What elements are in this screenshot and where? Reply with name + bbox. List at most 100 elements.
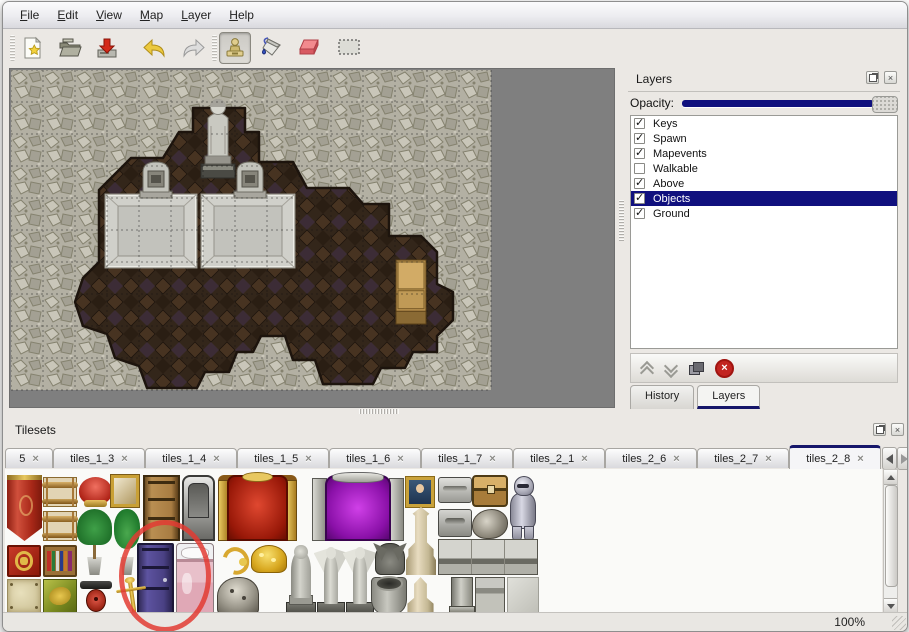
tile-palm-plant[interactable] bbox=[77, 509, 112, 575]
stamp-tool-button[interactable] bbox=[219, 32, 251, 64]
tile-cushion-red[interactable] bbox=[79, 477, 112, 505]
tab-close-icon[interactable]: × bbox=[765, 453, 771, 465]
tile-parchment[interactable] bbox=[7, 579, 41, 613]
menu-file[interactable]: File bbox=[11, 5, 48, 25]
tile-obelisk-tall[interactable] bbox=[406, 507, 436, 575]
open-map-button[interactable] bbox=[55, 33, 85, 63]
menu-layer[interactable]: Layer bbox=[172, 5, 220, 25]
redo-button[interactable] bbox=[178, 33, 208, 63]
scroll-down-button[interactable] bbox=[884, 598, 897, 613]
tileset-tab-tiles_1_6[interactable]: tiles_1_6× bbox=[329, 448, 421, 468]
undo-button[interactable] bbox=[140, 33, 170, 63]
layer-row-above[interactable]: ✓Above bbox=[631, 176, 897, 191]
move-layer-up-button[interactable] bbox=[641, 363, 653, 373]
vertical-splitter[interactable] bbox=[619, 200, 624, 242]
layer-checkbox[interactable]: ✓ bbox=[634, 208, 645, 219]
menu-help[interactable]: Help bbox=[220, 5, 263, 25]
menu-map[interactable]: Map bbox=[131, 5, 172, 25]
layer-row-ground[interactable]: ✓Ground bbox=[631, 206, 897, 221]
eraser-tool-button[interactable] bbox=[295, 32, 325, 62]
toolbar-handle[interactable] bbox=[10, 35, 15, 61]
layer-checkbox[interactable]: ✓ bbox=[634, 193, 645, 204]
tile-bookshelf-small[interactable] bbox=[43, 545, 77, 577]
opacity-slider-track[interactable] bbox=[682, 100, 874, 107]
tile-armor-pile[interactable] bbox=[472, 509, 508, 539]
tilesets-float-button[interactable] bbox=[873, 423, 886, 436]
tab-close-icon[interactable]: × bbox=[857, 453, 863, 465]
tileset-tab-tiles_2_1[interactable]: tiles_2_1× bbox=[513, 448, 605, 468]
tab-close-icon[interactable]: × bbox=[489, 453, 495, 465]
layer-row-objects[interactable]: ✓Objects bbox=[631, 191, 897, 206]
tileset-tab-tiles_1_5[interactable]: tiles_1_5× bbox=[237, 448, 329, 468]
layer-row-keys[interactable]: ✓Keys bbox=[631, 116, 897, 131]
tileset-tab-tiles_2_6[interactable]: tiles_2_6× bbox=[605, 448, 697, 468]
layer-checkbox[interactable]: ✓ bbox=[634, 133, 645, 144]
duplicate-layer-button[interactable] bbox=[689, 362, 703, 374]
layer-checkbox[interactable]: ✓ bbox=[634, 178, 645, 189]
scroll-up-button[interactable] bbox=[884, 470, 897, 485]
rect-select-tool-button[interactable] bbox=[334, 32, 364, 62]
tile-well-font[interactable] bbox=[371, 577, 407, 615]
tab-scroll-right-button[interactable] bbox=[897, 447, 908, 470]
tile-statue-angel-right[interactable] bbox=[346, 543, 374, 615]
tab-close-icon[interactable]: × bbox=[121, 453, 127, 465]
tab-close-icon[interactable]: × bbox=[32, 453, 38, 465]
tilesets-close-button[interactable]: × bbox=[891, 423, 904, 436]
tile-floor-tile-light[interactable] bbox=[507, 577, 539, 613]
tile-banner-green[interactable] bbox=[43, 579, 77, 613]
tileset-tab-tiles_1_4[interactable]: tiles_1_4× bbox=[145, 448, 237, 468]
menu-edit[interactable]: Edit bbox=[48, 5, 87, 25]
tile-loom-bottom[interactable] bbox=[43, 511, 77, 541]
save-map-button[interactable] bbox=[92, 33, 122, 63]
tile-gargoyle[interactable] bbox=[375, 543, 405, 575]
tab-close-icon[interactable]: × bbox=[213, 453, 219, 465]
panel-tab-layers[interactable]: Layers bbox=[697, 385, 760, 409]
tile-banner-red[interactable] bbox=[7, 475, 42, 541]
layer-checkbox[interactable]: ✓ bbox=[634, 118, 645, 129]
map-canvas[interactable] bbox=[9, 68, 615, 408]
fill-tool-button[interactable] bbox=[257, 32, 287, 62]
tab-close-icon[interactable]: × bbox=[397, 453, 403, 465]
tile-throne-purple[interactable] bbox=[312, 475, 404, 541]
tile-gold-pile[interactable] bbox=[251, 545, 287, 573]
layer-row-spawn[interactable]: ✓Spawn bbox=[631, 131, 897, 146]
tile-statue-angel-left[interactable] bbox=[317, 543, 345, 615]
resize-grip[interactable] bbox=[892, 616, 906, 630]
close-panel-button[interactable]: × bbox=[884, 71, 897, 84]
tile-stone-box[interactable] bbox=[438, 509, 472, 537]
tile-chest-wood[interactable] bbox=[472, 475, 508, 507]
float-panel-button[interactable] bbox=[866, 71, 879, 84]
tileset-tab-tiles_1_3[interactable]: tiles_1_3× bbox=[53, 448, 145, 468]
tile-stone-lid[interactable] bbox=[438, 477, 472, 503]
scroll-thumb[interactable] bbox=[885, 485, 898, 587]
tile-banner-emblem[interactable] bbox=[7, 545, 41, 577]
tile-mirror-gold[interactable] bbox=[111, 475, 139, 507]
tile-hook-gold[interactable] bbox=[217, 545, 249, 573]
tab-close-icon[interactable]: × bbox=[673, 453, 679, 465]
layer-checkbox[interactable] bbox=[634, 163, 645, 174]
tileset-tab-tiles_2_8[interactable]: tiles_2_8× bbox=[789, 445, 881, 469]
tab-close-icon[interactable]: × bbox=[581, 453, 587, 465]
tile-ledge-bottom[interactable] bbox=[475, 577, 505, 613]
horizontal-splitter[interactable] bbox=[359, 409, 399, 414]
layer-row-mapevents[interactable]: ✓Mapevents bbox=[631, 146, 897, 161]
tileset-tab-5[interactable]: 5× bbox=[5, 448, 53, 468]
opacity-slider-handle[interactable] bbox=[872, 96, 898, 113]
tab-close-icon[interactable]: × bbox=[305, 453, 311, 465]
layer-row-walkable[interactable]: Walkable bbox=[631, 161, 897, 176]
tile-ledge-top[interactable] bbox=[438, 539, 538, 575]
tile-armor-knight[interactable] bbox=[507, 475, 539, 541]
menu-view[interactable]: View bbox=[87, 5, 131, 25]
tile-statue-hooded[interactable] bbox=[286, 543, 316, 615]
tile-portrait-king[interactable] bbox=[406, 477, 434, 507]
tab-scroll-left-button[interactable] bbox=[882, 447, 897, 470]
panel-tab-history[interactable]: History bbox=[630, 385, 694, 409]
tile-loom-top[interactable] bbox=[43, 477, 77, 507]
tileset-scrollbar[interactable] bbox=[883, 469, 898, 614]
new-map-button[interactable] bbox=[18, 33, 48, 63]
layer-checkbox[interactable]: ✓ bbox=[634, 148, 645, 159]
move-layer-down-button[interactable] bbox=[665, 363, 677, 373]
tile-throne-red[interactable] bbox=[218, 475, 297, 541]
tile-grindstone-red[interactable] bbox=[79, 579, 113, 613]
tileset-tab-tiles_2_7[interactable]: tiles_2_7× bbox=[697, 448, 789, 468]
